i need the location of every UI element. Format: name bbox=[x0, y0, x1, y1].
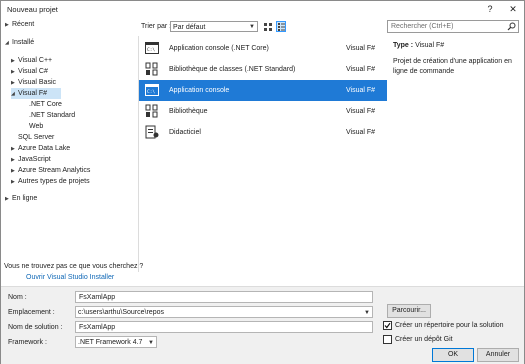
search-placeholder: Rechercher (Ctrl+E) bbox=[391, 23, 454, 30]
chevron-down-icon: ▼ bbox=[148, 340, 154, 346]
browse-button[interactable]: Parcourir... bbox=[387, 304, 431, 318]
solution-name-field[interactable]: FsXamlApp bbox=[75, 321, 373, 333]
class-library-standard-icon bbox=[145, 62, 158, 76]
project-form: Nom : FsXamlApp Emplacement : c:\users\a… bbox=[1, 286, 524, 364]
expand-arrow-icon[interactable]: ▶ bbox=[5, 20, 12, 31]
tree-item-recent[interactable]: ▶ Récent bbox=[5, 19, 34, 30]
template-console[interactable]: C:\ Application console Visual F# bbox=[139, 80, 387, 101]
search-icon[interactable] bbox=[507, 22, 516, 31]
chevron-down-icon: ▼ bbox=[249, 24, 255, 30]
close-button[interactable]: ✕ bbox=[507, 3, 519, 15]
create-git-label: Créer un dépôt Git bbox=[395, 336, 453, 343]
cancel-button[interactable]: Annuler bbox=[477, 348, 519, 362]
list-view-icon bbox=[278, 23, 285, 31]
tree-item-online[interactable]: ▶ En ligne bbox=[5, 193, 37, 204]
tree-item-visual-cpp[interactable]: ▶ Visual C++ bbox=[11, 55, 52, 66]
solution-name-label: Nom de solution : bbox=[8, 324, 63, 331]
expand-arrow-icon[interactable]: ▶ bbox=[11, 177, 18, 188]
framework-dropdown[interactable]: .NET Framework 4.7 ▼ bbox=[75, 336, 157, 348]
tree-item-azure-data-lake[interactable]: ▶ Azure Data Lake bbox=[11, 143, 70, 154]
description-text: Projet de création d'une application en … bbox=[393, 58, 512, 75]
category-tree: ▶ Récent ◢ Installé ▶ Visual C++ ▶ Visual C#… bbox=[3, 19, 135, 259]
tree-item-web[interactable]: Web bbox=[29, 121, 43, 132]
grid-view-icon bbox=[264, 23, 272, 31]
sort-label: Trier par : bbox=[141, 23, 172, 30]
name-field[interactable]: FsXamlApp bbox=[75, 291, 373, 303]
collapse-arrow-icon[interactable]: ◢ bbox=[11, 89, 18, 100]
framework-label: Framework : bbox=[8, 339, 47, 346]
type-label: Type : bbox=[393, 42, 414, 49]
tree-item-azure-stream-analytics[interactable]: ▶ Azure Stream Analytics bbox=[11, 165, 90, 176]
chevron-down-icon[interactable]: ▼ bbox=[364, 307, 370, 319]
template-description: Type : Visual F# Projet de création d'un… bbox=[393, 41, 519, 77]
location-label: Emplacement : bbox=[8, 309, 55, 316]
collapse-arrow-icon[interactable]: ◢ bbox=[5, 38, 12, 49]
svg-text:C:\: C:\ bbox=[147, 89, 155, 95]
template-library[interactable]: Bibliothèque Visual F# bbox=[139, 101, 387, 122]
tree-item-net-standard[interactable]: .NET Standard bbox=[29, 110, 75, 121]
template-tutorial[interactable]: Didacticiel Visual F# bbox=[139, 122, 387, 143]
tree-item-sql-server[interactable]: SQL Server bbox=[18, 132, 54, 143]
tree-item-installed[interactable]: ◢ Installé bbox=[5, 37, 34, 48]
open-installer-link[interactable]: Ouvrir Visual Studio Installer bbox=[26, 274, 114, 281]
sort-toolbar: Trier par : Par défaut ▼ bbox=[139, 20, 386, 34]
search-input[interactable]: Rechercher (Ctrl+E) bbox=[387, 20, 519, 33]
console-icon: C:\ bbox=[145, 84, 159, 96]
help-question: Vous ne trouvez pas ce que vous cherchez… bbox=[4, 263, 144, 270]
tree-item-other-project-types[interactable]: ▶ Autres types de projets bbox=[11, 176, 90, 187]
list-view-button[interactable] bbox=[276, 21, 286, 32]
tree-item-visual-csharp[interactable]: ▶ Visual C# bbox=[11, 66, 48, 77]
type-value: Visual F# bbox=[415, 42, 445, 49]
small-icons-view-button[interactable] bbox=[263, 21, 273, 32]
svg-text:C:\: C:\ bbox=[147, 47, 155, 53]
console-core-icon: C:\ bbox=[145, 42, 159, 54]
template-list: C:\ Application console (.NET Core) Visu… bbox=[138, 36, 387, 272]
name-label: Nom : bbox=[8, 294, 27, 301]
tree-item-visual-fsharp[interactable]: ◢ Visual F# bbox=[11, 88, 61, 99]
checkmark-icon bbox=[384, 322, 391, 329]
help-button[interactable]: ? bbox=[484, 3, 496, 15]
tree-item-net-core[interactable]: .NET Core bbox=[29, 99, 62, 110]
library-icon bbox=[145, 104, 158, 118]
template-class-library-standard[interactable]: Bibliothèque de classes (.NET Standard) … bbox=[139, 59, 387, 80]
new-project-dialog: Nouveau projet ? ✕ ▶ Récent ◢ Installé ▶ Vi… bbox=[0, 0, 525, 364]
template-console-core[interactable]: C:\ Application console (.NET Core) Visu… bbox=[139, 38, 387, 59]
tree-item-visual-basic[interactable]: ▶ Visual Basic bbox=[11, 77, 56, 88]
tutorial-icon bbox=[145, 125, 159, 139]
create-directory-checkbox[interactable] bbox=[383, 321, 392, 330]
sort-dropdown[interactable]: Par défaut ▼ bbox=[170, 21, 258, 32]
tree-item-javascript[interactable]: ▶ JavaScript bbox=[11, 154, 51, 165]
title-bar: Nouveau projet ? ✕ bbox=[1, 1, 524, 17]
create-git-checkbox[interactable] bbox=[383, 335, 392, 344]
location-field[interactable]: c:\users\arthu\Source\repos ▼ bbox=[75, 306, 373, 318]
window-title: Nouveau projet bbox=[7, 5, 58, 14]
create-directory-label: Créer un répertoire pour la solution bbox=[395, 322, 504, 329]
expand-arrow-icon[interactable]: ▶ bbox=[5, 194, 12, 205]
ok-button[interactable]: OK bbox=[432, 348, 474, 362]
type-line: Type : Visual F# bbox=[393, 41, 519, 51]
